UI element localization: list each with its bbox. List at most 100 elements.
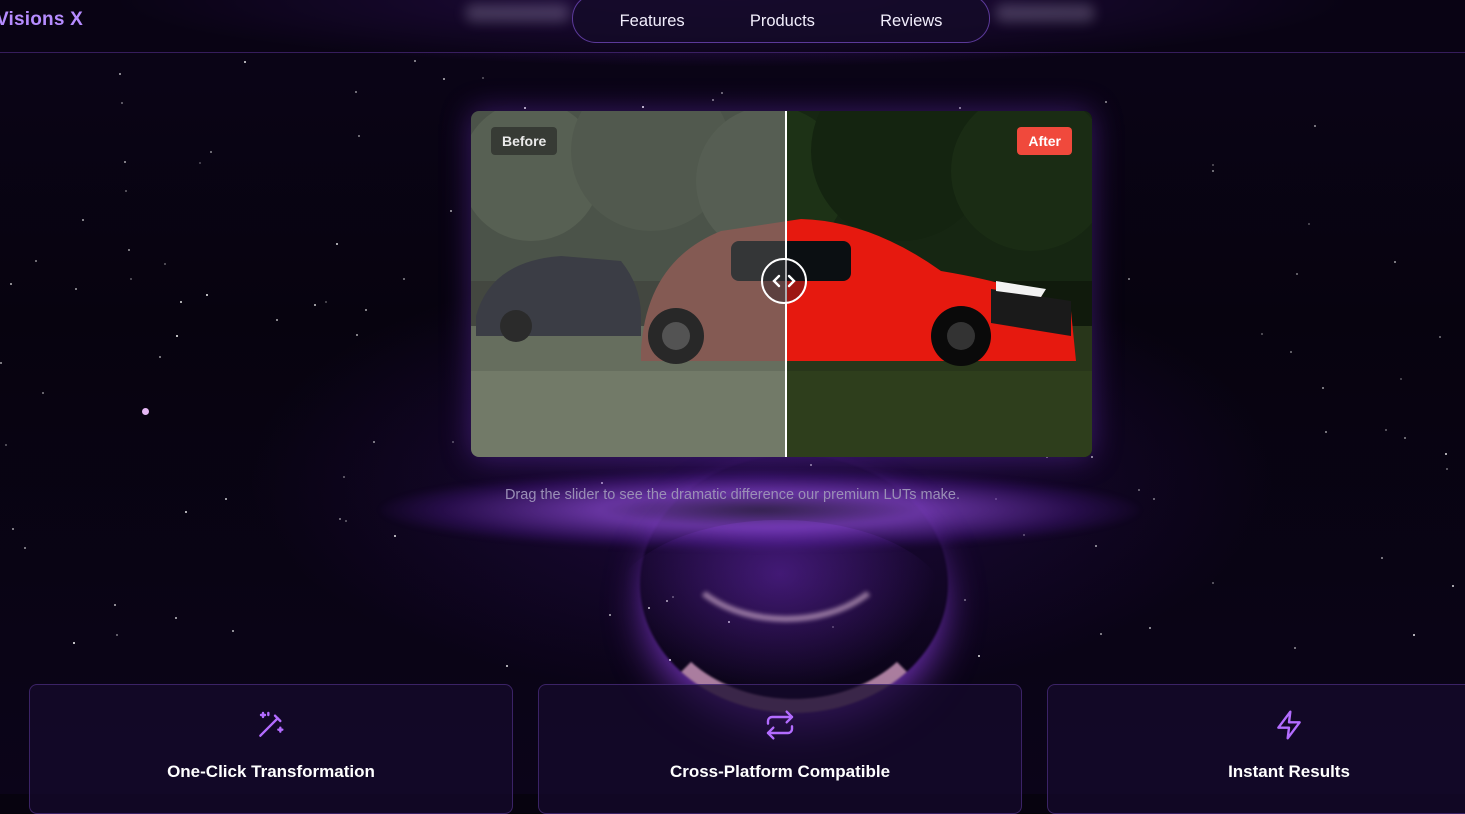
- star: [1325, 431, 1327, 433]
- magic-wand-icon: [259, 711, 284, 737]
- star: [35, 260, 37, 262]
- star: [116, 634, 118, 636]
- site-header: Visions X Features Products Reviews: [0, 0, 1465, 53]
- star: [185, 511, 187, 513]
- star: [1212, 164, 1214, 166]
- star: [450, 210, 452, 212]
- star: [10, 283, 12, 285]
- star: [206, 294, 208, 296]
- star: [1294, 647, 1296, 649]
- star: [1381, 557, 1383, 559]
- star: [176, 335, 178, 337]
- star: [978, 655, 980, 657]
- star: [42, 392, 44, 394]
- before-after-comparison[interactable]: Before After: [471, 111, 1092, 457]
- star: [125, 190, 127, 192]
- nav-products[interactable]: Products: [750, 12, 815, 31]
- star: [159, 356, 161, 358]
- star: [642, 106, 644, 108]
- star: [1261, 333, 1263, 335]
- star: [12, 528, 14, 530]
- main-nav: Features Products Reviews: [572, 0, 990, 43]
- star: [355, 91, 357, 93]
- after-image: [786, 111, 1092, 457]
- slider-handle[interactable]: [761, 258, 807, 304]
- star-bright: [142, 408, 149, 415]
- star: [276, 319, 278, 321]
- star: [482, 77, 484, 79]
- star: [356, 334, 358, 336]
- star: [1308, 223, 1310, 225]
- before-image: [471, 111, 786, 457]
- star: [1128, 278, 1130, 280]
- star: [1413, 634, 1415, 636]
- star: [114, 604, 116, 606]
- star: [712, 99, 714, 101]
- star: [128, 249, 130, 251]
- nav-reviews[interactable]: Reviews: [880, 12, 942, 31]
- star: [210, 151, 212, 153]
- star: [1296, 273, 1298, 275]
- star: [365, 309, 367, 311]
- nav-features[interactable]: Features: [620, 12, 685, 31]
- star: [24, 547, 26, 549]
- star: [180, 301, 182, 303]
- star: [1404, 437, 1406, 439]
- star: [964, 599, 966, 601]
- feature-title: Cross-Platform Compatible: [669, 762, 891, 781]
- star: [73, 642, 75, 644]
- star: [721, 92, 723, 94]
- star: [403, 278, 405, 280]
- star: [1394, 261, 1396, 263]
- star: [1212, 582, 1214, 584]
- star: [1212, 170, 1214, 172]
- star: [1452, 585, 1454, 587]
- star: [1100, 633, 1102, 635]
- site-logo[interactable]: Visions X: [0, 9, 83, 31]
- star: [1322, 387, 1324, 389]
- star: [1290, 351, 1292, 353]
- star: [1400, 378, 1402, 380]
- blurred-background-text: [995, 4, 1095, 22]
- star: [325, 301, 327, 303]
- lightning-icon: [1277, 710, 1301, 740]
- star: [343, 476, 345, 478]
- star: [82, 219, 84, 221]
- star: [959, 107, 961, 109]
- blurred-background-text: [465, 4, 570, 22]
- after-badge: After: [1017, 127, 1072, 155]
- star: [1385, 429, 1387, 431]
- star: [1314, 125, 1316, 127]
- feature-card-one-click: One-Click Transformation: [29, 684, 513, 814]
- star: [373, 441, 375, 443]
- star: [443, 78, 445, 80]
- star: [1439, 336, 1441, 338]
- star: [345, 520, 347, 522]
- star: [1445, 453, 1447, 455]
- star: [358, 135, 360, 137]
- star: [130, 278, 132, 280]
- feature-title: Instant Results: [1228, 762, 1350, 781]
- star: [75, 288, 77, 290]
- feature-card-cross-platform: Cross-Platform Compatible: [538, 684, 1022, 814]
- star: [1105, 101, 1107, 103]
- feature-title: One-Click Transformation: [167, 762, 375, 781]
- star: [339, 518, 341, 520]
- star: [452, 441, 454, 443]
- star: [244, 61, 246, 63]
- star: [0, 362, 2, 364]
- star: [506, 665, 508, 667]
- star: [314, 304, 316, 306]
- star: [1149, 627, 1151, 629]
- comparison-caption: Drag the slider to see the dramatic diff…: [504, 487, 961, 503]
- before-badge: Before: [491, 127, 558, 155]
- star: [5, 444, 7, 446]
- feature-card-instant-results: Instant Results: [1047, 684, 1465, 814]
- star: [524, 107, 526, 109]
- star: [232, 630, 234, 632]
- star: [119, 73, 121, 75]
- chevron-left-right-icon: [772, 274, 796, 288]
- star: [336, 243, 338, 245]
- star: [394, 535, 396, 537]
- star: [199, 162, 201, 164]
